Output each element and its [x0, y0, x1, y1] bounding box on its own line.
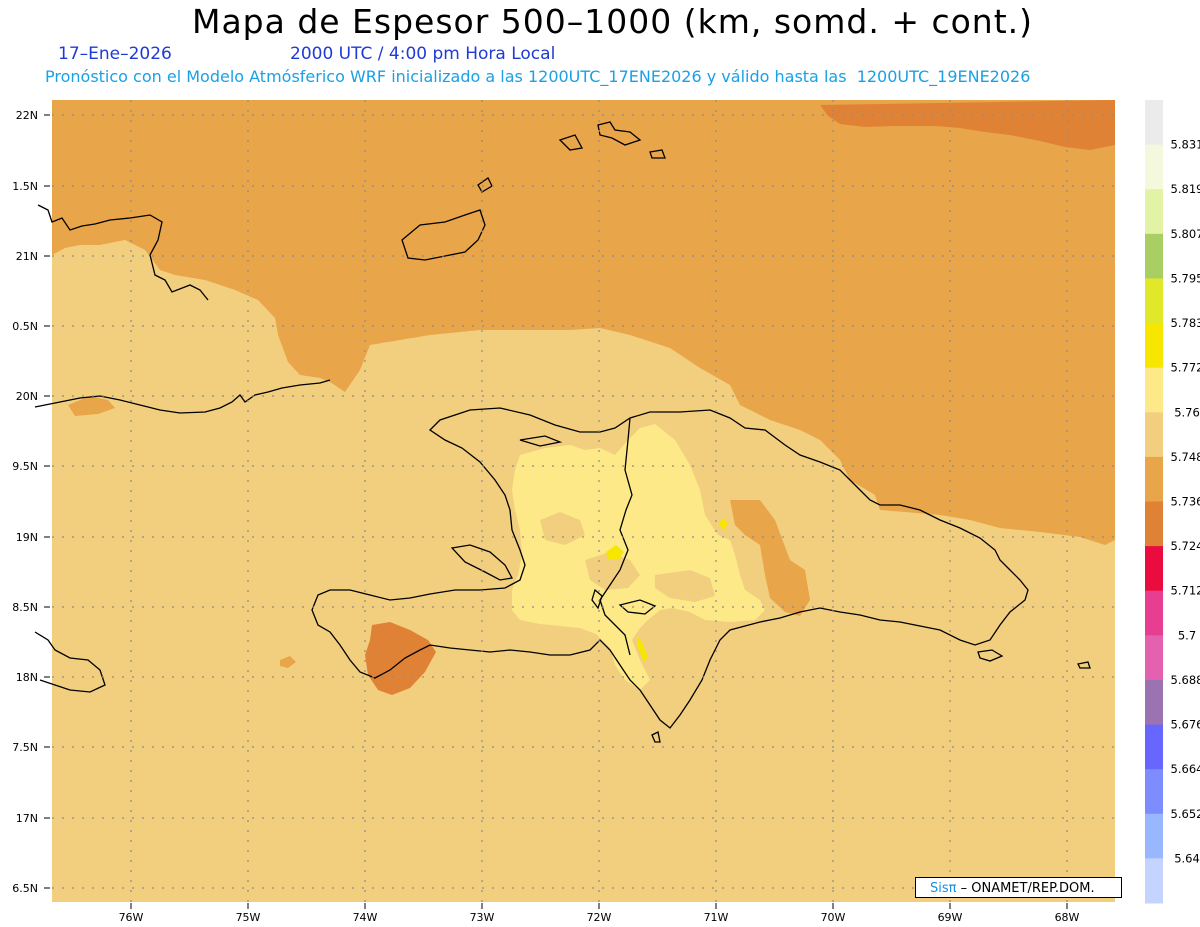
lat-label: 22N	[16, 109, 38, 122]
colorbar-label: 5.748	[1171, 450, 1200, 464]
colorbar-swatch	[1145, 189, 1163, 235]
credit-brand: Sisπ	[930, 881, 957, 896]
colorbar-label: 5.664	[1171, 762, 1200, 776]
lon-label: 70W	[821, 911, 846, 924]
colorbar-swatch	[1145, 546, 1163, 592]
colorbar-label: 5.7	[1178, 628, 1196, 642]
colorbar-swatch	[1145, 679, 1163, 726]
colorbar-label: 5.64	[1174, 851, 1200, 865]
model-info: Pronóstico con el Modelo Atmósferico WRF…	[45, 67, 1031, 86]
lon-label: 72W	[587, 911, 612, 924]
colorbar-swatch	[1145, 635, 1163, 681]
lon-label: 73W	[470, 911, 495, 924]
colorbar-swatch	[1145, 100, 1163, 146]
lon-label: 76W	[119, 911, 144, 924]
colorbar-swatch	[1145, 769, 1163, 815]
colorbar-label: 5.795	[1171, 271, 1200, 285]
colorbar-swatch	[1145, 813, 1163, 859]
colorbar-label: 5.712	[1171, 584, 1200, 598]
colorbar-swatch	[1145, 367, 1163, 413]
thickness-map: 22N 1.5N 21N 0.5N 20N 9.5N 19N 8.5N 18N …	[12, 100, 1200, 924]
lon-label: 75W	[236, 911, 261, 924]
colorbar-label: 5.819	[1171, 182, 1200, 196]
colorbar-label: 5.688	[1171, 673, 1200, 687]
lat-label: 19N	[16, 531, 38, 544]
date-label: 17–Ene–2026	[58, 44, 172, 64]
lat-label: 0.5N	[12, 320, 38, 333]
colorbar-label: 5.783	[1171, 316, 1200, 330]
colorbar-label: 5.772	[1171, 361, 1200, 375]
lat-label: 21N	[16, 250, 38, 263]
lat-label: 20N	[16, 390, 38, 403]
colorbar-swatch	[1145, 590, 1163, 636]
lat-label: 9.5N	[12, 460, 38, 473]
colorbar-swatch	[1145, 278, 1163, 324]
colorbar-label: 5.652	[1171, 807, 1200, 821]
lon-label: 71W	[704, 911, 729, 924]
lat-label: 6.5N	[12, 882, 38, 895]
colorbar-swatch	[1145, 412, 1163, 458]
lat-label: 18N	[16, 671, 38, 684]
colorbar: 5.831 5.819 5.807 5.795 5.783 5.772 5.76 5.748 5…	[1145, 100, 1200, 904]
colorbar-swatch	[1145, 501, 1163, 547]
colorbar-label: 5.724	[1171, 539, 1200, 553]
lat-axis: 22N 1.5N 21N 0.5N 20N 9.5N 19N 8.5N 18N …	[12, 109, 50, 895]
colorbar-swatch	[1145, 233, 1163, 279]
time-label: 2000 UTC / 4:00 pm Hora Local	[290, 44, 556, 64]
colorbar-swatch	[1145, 144, 1163, 190]
colorbar-swatch	[1145, 724, 1163, 770]
lon-axis: 76W 75W 74W 73W 72W 71W 70W 69W 68W	[119, 903, 1080, 924]
colorbar-label: 5.831	[1171, 138, 1200, 152]
lon-label: 74W	[353, 911, 378, 924]
colorbar-label: 5.807	[1171, 227, 1200, 241]
lat-label: 1.5N	[12, 180, 38, 193]
colorbar-label: 5.736	[1171, 495, 1200, 509]
colorbar-swatch	[1145, 456, 1163, 502]
colorbar-swatch	[1145, 858, 1163, 904]
credit-text: – ONAMET/REP.DOM.	[956, 881, 1095, 896]
colorbar-swatch	[1145, 323, 1163, 369]
credit-box: Sisπ – ONAMET/REP.DOM.	[915, 877, 1122, 898]
page-title: Mapa de Espesor 500–1000 (km, somd. + co…	[191, 2, 1034, 41]
lon-label: 68W	[1055, 911, 1080, 924]
lon-label: 69W	[938, 911, 963, 924]
lat-label: 7.5N	[12, 741, 38, 754]
colorbar-label: 5.76	[1174, 405, 1200, 419]
colorbar-label: 5.676	[1171, 718, 1200, 732]
lat-label: 8.5N	[12, 601, 38, 614]
lat-label: 17N	[16, 812, 38, 825]
